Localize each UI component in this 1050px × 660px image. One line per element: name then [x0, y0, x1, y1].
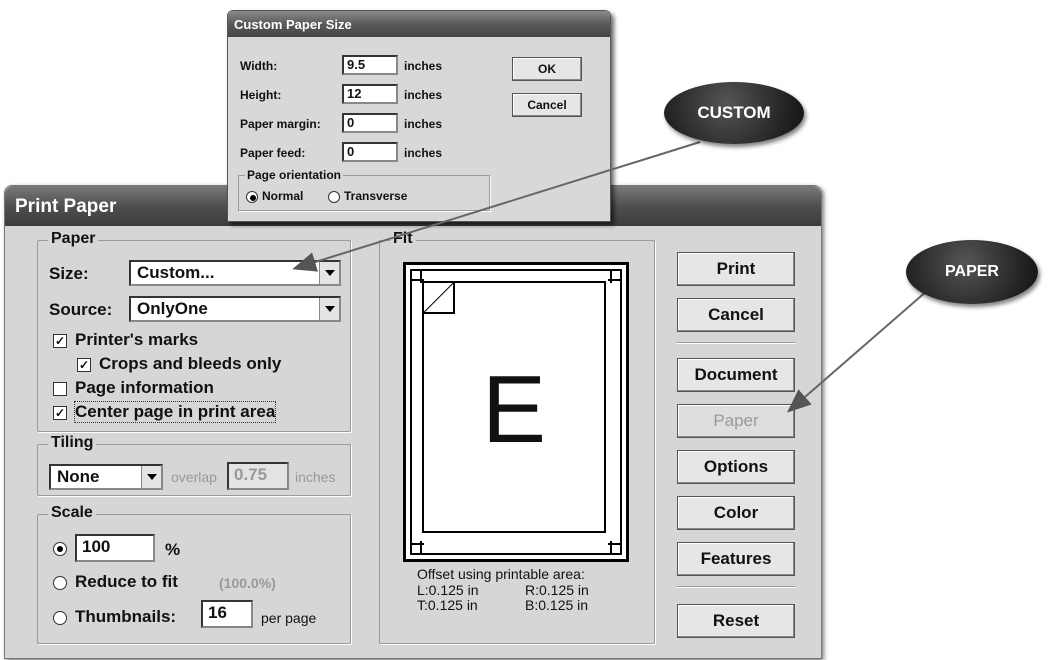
- paper-callout-arrow: [786, 289, 929, 413]
- custom-callout-arrow: [292, 141, 701, 272]
- custom-callout: CUSTOM: [664, 82, 804, 144]
- callout-arrows: [292, 141, 929, 413]
- paper-callout: PAPER: [906, 240, 1038, 304]
